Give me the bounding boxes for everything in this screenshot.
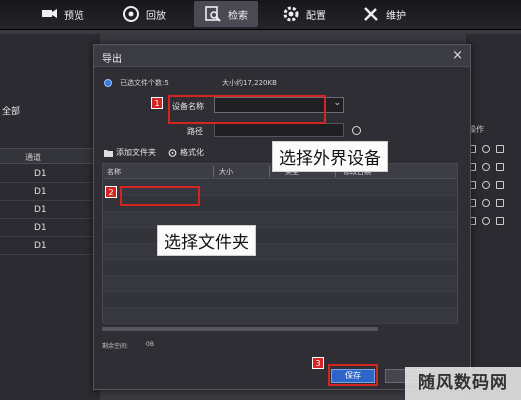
ops-row [466,212,521,230]
table-row[interactable]: D1 [0,237,100,255]
column-size[interactable]: 大小 [219,167,233,177]
nav-config[interactable]: 配置 [282,3,326,25]
list-item[interactable] [103,276,457,292]
play-icon[interactable] [482,181,490,189]
format-button[interactable]: 格式化 [168,147,204,158]
column-divider [269,166,270,177]
free-space-bar [102,327,378,331]
list-item[interactable] [103,260,457,276]
lock-icon[interactable] [496,199,504,207]
lock-icon[interactable] [496,163,504,171]
site-watermark: 随风数码网 [405,367,521,400]
highlight-device-field [168,95,326,124]
tools-icon [364,7,378,21]
add-folder-button[interactable]: 添加文件夹 [104,147,156,158]
nav-search[interactable]: 检索 [194,1,258,27]
callout-select-folder: 选择文件夹 [157,225,256,256]
selected-size: 大小约17,220KB [222,79,277,87]
format-icon [168,148,177,157]
dialog-title-bar: 导出 × [94,45,470,67]
dialog-title: 导出 [102,54,122,65]
highlight-folder-row [120,186,200,206]
background-ops-panel: 操作 [466,34,521,400]
ops-row [466,194,521,212]
lock-icon[interactable] [496,217,504,225]
refresh-icon[interactable] [352,126,361,135]
background-list-panel: 全部 通道 D1 D1 D1 D1 D1 [0,34,100,400]
selected-files-count: 已选文件个数:5 [120,79,169,87]
folder-icon [104,149,113,157]
path-field[interactable] [214,123,344,137]
add-folder-label: 添加文件夹 [116,148,156,157]
channel-cell: D1 [34,187,47,197]
nav-preview-label: 预览 [64,10,84,22]
ops-row [466,158,521,176]
nav-playback[interactable]: 回放 [122,3,166,25]
play-icon[interactable] [482,217,490,225]
list-item[interactable] [103,308,457,324]
table-row[interactable]: D1 [0,165,100,183]
info-icon [104,79,112,87]
gear-icon [283,6,299,22]
channel-cell: D1 [34,223,47,233]
close-icon[interactable]: × [452,48,463,63]
channel-cell: D1 [34,169,47,179]
nav-preview[interactable]: 预览 [40,3,84,25]
free-space-value: 0B [146,341,154,348]
search-icon [205,6,221,22]
all-filter-label[interactable]: 全部 [2,104,20,117]
list-item[interactable] [103,292,457,308]
nav-config-label: 配置 [306,10,326,22]
step-badge-2: 2 [105,186,117,198]
nav-playback-label: 回放 [146,10,166,22]
lock-icon[interactable] [496,145,504,153]
nav-maintain[interactable]: 维护 [362,3,406,25]
chevron-down-icon[interactable]: ⌄ [333,98,341,108]
playback-icon [123,6,139,22]
format-label: 格式化 [180,148,204,157]
column-divider [213,166,214,177]
column-name[interactable]: 名称 [107,167,121,177]
ops-row [466,140,521,158]
top-nav-bar: 预览 回放 检索 配置 维护 [0,0,521,30]
channel-header-label: 通道 [25,153,41,162]
ops-row [466,176,521,194]
table-row[interactable]: D1 [0,201,100,219]
channel-cell: D1 [34,205,47,215]
play-icon[interactable] [482,199,490,207]
highlight-save-button [328,364,378,386]
nav-maintain-label: 维护 [386,10,406,22]
play-icon[interactable] [482,145,490,153]
step-badge-1: 1 [151,97,163,109]
lock-icon[interactable] [496,181,504,189]
play-icon[interactable] [482,163,490,171]
free-space-label: 剩余空间: [102,343,129,350]
selection-info: 已选文件个数:5 大小约17,220KB [104,77,444,89]
camera-icon [42,9,57,18]
callout-select-device: 选择外界设备 [272,141,388,172]
nav-search-label: 检索 [228,10,248,22]
table-row[interactable]: D1 [0,183,100,201]
step-badge-3: 3 [312,357,324,369]
channel-cell: D1 [34,241,47,251]
channel-column-header: 通道 [0,148,100,164]
table-row[interactable]: D1 [0,219,100,237]
path-label: 路径 [187,127,203,136]
